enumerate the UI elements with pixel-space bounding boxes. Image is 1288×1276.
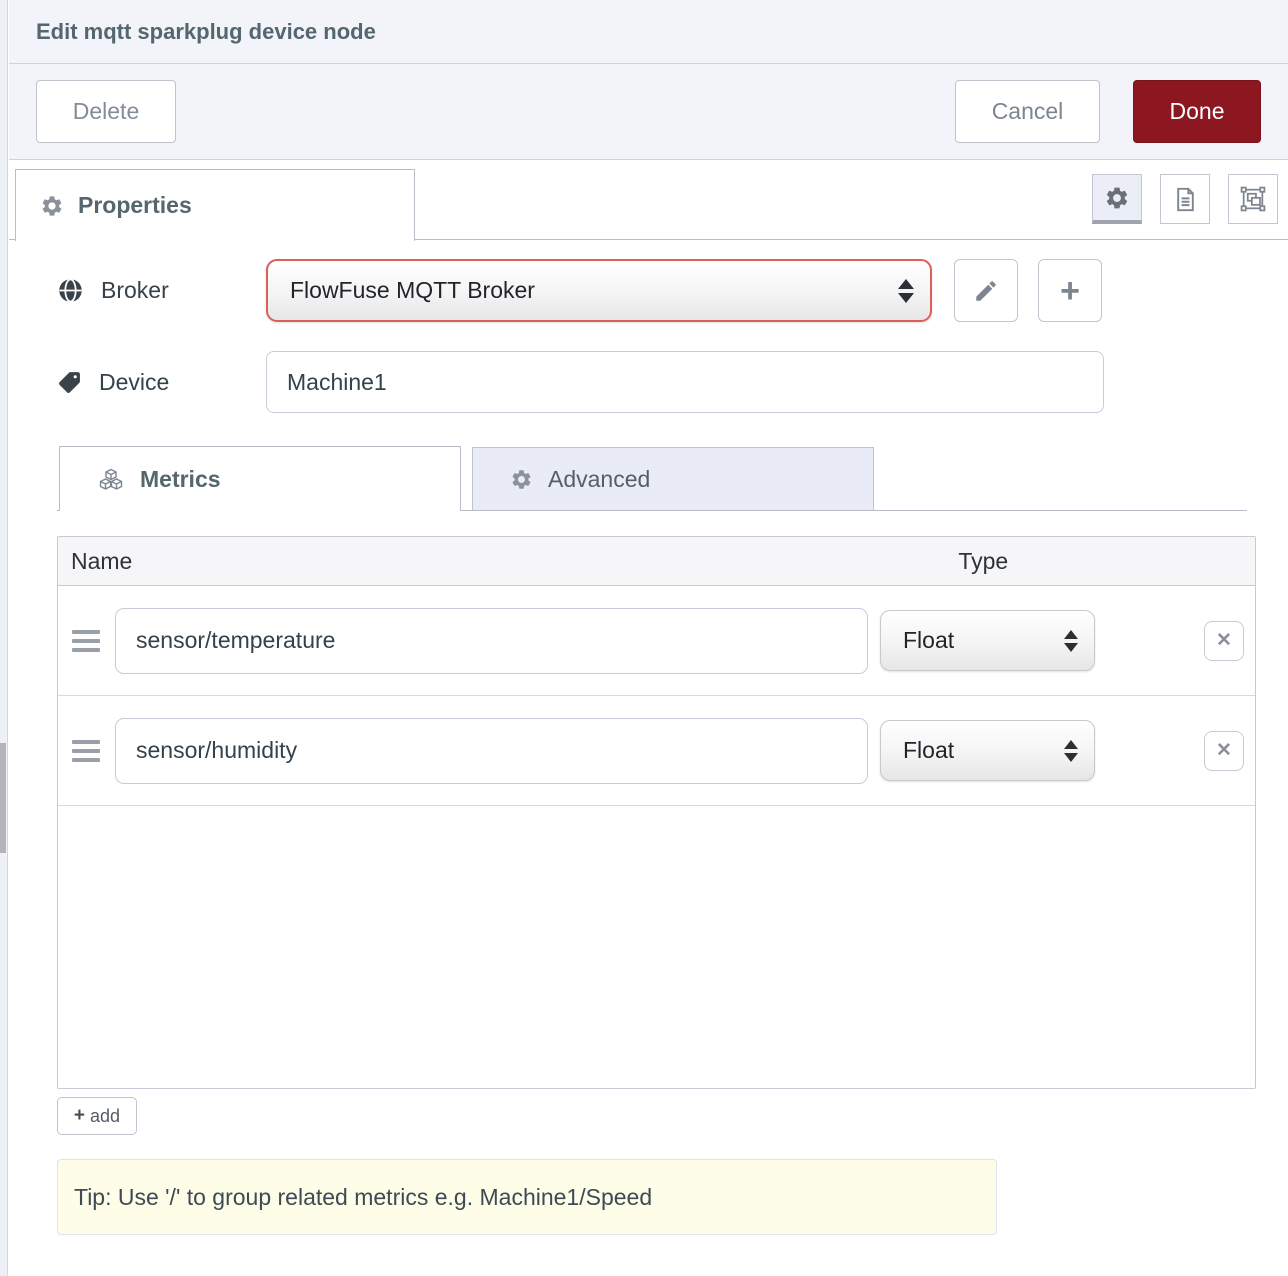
broker-select-value: FlowFuse MQTT Broker [290, 277, 535, 304]
properties-tab-button[interactable] [1092, 174, 1142, 224]
scrollbar-thumb[interactable] [0, 743, 6, 853]
broker-row: Broker FlowFuse MQTT Broker + [57, 259, 1247, 322]
edit-broker-button[interactable] [954, 259, 1018, 322]
metric-row: Float ✕ [58, 586, 1255, 696]
broker-select[interactable]: FlowFuse MQTT Broker [266, 259, 932, 322]
pencil-icon [973, 278, 999, 304]
device-row: Device [57, 351, 1247, 413]
remove-metric-button[interactable]: ✕ [1204, 731, 1244, 771]
select-arrows-icon [1050, 740, 1078, 762]
delete-button[interactable]: Delete [36, 80, 176, 143]
add-metric-button[interactable]: + add [57, 1097, 137, 1135]
metric-name-input[interactable] [115, 608, 868, 674]
dialog-buttonbar: Delete Cancel Done [9, 64, 1288, 160]
gear-icon [510, 468, 533, 491]
metric-type-select[interactable]: Float [880, 610, 1095, 671]
close-icon: ✕ [1216, 739, 1232, 762]
editor-tab-row: Properties [9, 160, 1288, 240]
dialog-titlebar: Edit mqtt sparkplug device node [9, 0, 1288, 64]
tab-advanced[interactable]: Advanced [472, 447, 874, 510]
metrics-advanced-tabs: Metrics Advanced [57, 446, 1247, 511]
description-tab-button[interactable] [1160, 174, 1210, 224]
cancel-button[interactable]: Cancel [955, 80, 1100, 143]
select-arrows-icon [1050, 630, 1078, 652]
cubes-icon [97, 467, 125, 491]
metric-type-value: Float [903, 627, 954, 654]
metric-row: Float ✕ [58, 696, 1255, 806]
drag-handle-icon[interactable] [72, 740, 100, 762]
broker-label: Broker [57, 277, 266, 304]
close-icon: ✕ [1216, 629, 1232, 652]
tip-text: Tip: Use '/' to group related metrics e.… [74, 1184, 652, 1211]
done-button[interactable]: Done [1133, 80, 1261, 143]
tag-icon [57, 370, 82, 395]
description-icon [1172, 186, 1199, 213]
tab-metrics-label: Metrics [140, 466, 221, 493]
appearance-icon [1239, 185, 1267, 213]
settings-icon [1104, 185, 1130, 211]
dialog-title: Edit mqtt sparkplug device node [36, 19, 376, 45]
tip-box: Tip: Use '/' to group related metrics e.… [57, 1159, 997, 1235]
metric-type-select[interactable]: Float [880, 720, 1095, 781]
remove-metric-button[interactable]: ✕ [1204, 621, 1244, 661]
plus-icon: + [1060, 274, 1080, 308]
tab-metrics[interactable]: Metrics [59, 446, 461, 511]
column-header-type: Type [958, 548, 1008, 575]
appearance-tab-button[interactable] [1228, 174, 1278, 224]
broker-label-text: Broker [101, 277, 169, 304]
editor-toolbar [1092, 174, 1278, 224]
column-header-name: Name [58, 548, 132, 575]
globe-icon [57, 277, 84, 304]
edit-node-dialog: Edit mqtt sparkplug device node Delete C… [9, 0, 1288, 1276]
metrics-table: Name Type Float ✕ Float ✕ [57, 536, 1256, 1089]
tab-properties[interactable]: Properties [15, 169, 415, 241]
tab-properties-label: Properties [78, 192, 192, 219]
plus-icon: + [74, 1105, 85, 1127]
metrics-table-header: Name Type [58, 537, 1255, 586]
workspace-edge [0, 0, 8, 1276]
metric-name-input[interactable] [115, 718, 868, 784]
metrics-rows: Float ✕ Float ✕ [58, 586, 1255, 806]
add-broker-button[interactable]: + [1038, 259, 1102, 322]
device-label-text: Device [99, 369, 169, 396]
metric-type-value: Float [903, 737, 954, 764]
add-metric-label: add [90, 1106, 120, 1127]
tab-advanced-label: Advanced [548, 466, 650, 493]
device-label: Device [57, 369, 266, 396]
gear-icon [40, 194, 64, 218]
dialog-content: Broker FlowFuse MQTT Broker + Device [9, 240, 1288, 1276]
select-arrows-icon [884, 279, 914, 303]
drag-handle-icon[interactable] [72, 630, 100, 652]
device-input[interactable] [266, 351, 1104, 413]
